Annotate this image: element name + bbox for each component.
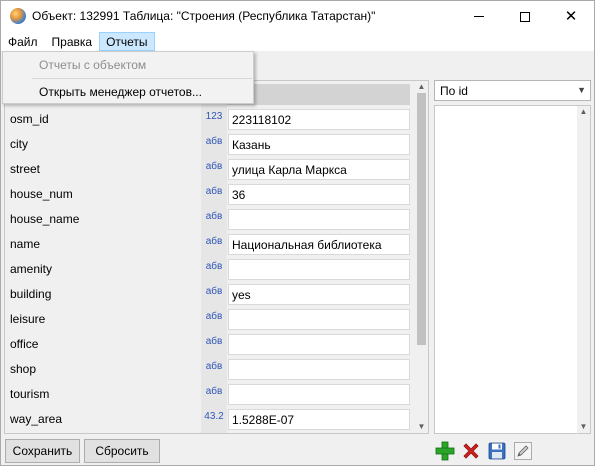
attribute-value-field[interactable]: Казань (228, 134, 410, 155)
plus-icon[interactable] (435, 441, 455, 461)
attribute-type-indicator: абв (205, 261, 223, 272)
attribute-type-indicator: абв (205, 386, 223, 397)
reset-button[interactable]: Сбросить (84, 439, 160, 463)
attribute-type-indicator: абв (205, 161, 223, 172)
attribute-label: office (10, 337, 39, 351)
menu-bar: Файл Правка Отчеты (1, 32, 594, 51)
attribute-row: amenity абв (5, 257, 415, 282)
attribute-panel: 991 osm_id123223118102cityабвКазаньstree… (4, 80, 429, 434)
attribute-type-indicator: абв (205, 186, 223, 197)
attribute-value-field[interactable]: yes (228, 284, 410, 305)
attribute-label: shop (10, 362, 37, 376)
attribute-type-indicator: 123 (205, 111, 223, 122)
maximize-icon (520, 11, 530, 22)
attribute-row: house_name абв (5, 207, 415, 232)
delete-x-icon[interactable] (461, 441, 481, 461)
attribute-type-indicator: абв (205, 361, 223, 372)
attribute-value-field[interactable] (228, 384, 410, 405)
history-list[interactable]: ▲ ▼ (434, 105, 591, 434)
menu-item-reports-with-object[interactable]: Отчеты с объектом (3, 54, 253, 76)
minimize-icon (474, 16, 484, 17)
reports-dropdown: Отчеты с объектом Открыть менеджер отчет… (2, 51, 254, 104)
attribute-row: house_num абв 36 (5, 182, 415, 207)
attribute-label: name (10, 237, 41, 251)
object-id-header: 991 (227, 84, 410, 105)
attribute-type-indicator: абв (205, 211, 223, 222)
attribute-value-field[interactable]: улица Карла Маркса (228, 159, 410, 180)
history-scrollbar[interactable]: ▲ ▼ (577, 106, 590, 433)
attribute-value-field[interactable]: Национальная библиотека (228, 234, 410, 255)
attribute-row: city абв Казань (5, 132, 415, 157)
menu-item-open-report-manager[interactable]: Открыть менеджер отчетов... (3, 81, 253, 103)
attribute-row: name абв Национальная библиотека (5, 232, 415, 257)
attribute-value-field[interactable] (228, 334, 410, 355)
attribute-row: leisure абв (5, 307, 415, 332)
title-bar: Объект: 132991 Таблица: "Строения (Респу… (1, 1, 594, 32)
attribute-type-indicator: 43.2 (204, 411, 224, 422)
scroll-down-icon[interactable]: ▼ (577, 421, 590, 433)
menu-file[interactable]: Файл (1, 32, 45, 51)
menu-separator (32, 78, 252, 79)
floppy-disk-icon[interactable] (487, 441, 507, 461)
attribute-value-field[interactable] (228, 259, 410, 280)
attribute-row: office абв (5, 332, 415, 357)
maximize-button[interactable] (502, 1, 548, 32)
attribute-value-field[interactable] (228, 309, 410, 330)
close-button[interactable]: ✕ (548, 1, 594, 32)
attribute-value-field[interactable]: 223118102 (228, 109, 410, 130)
close-icon: ✕ (564, 8, 578, 25)
attribute-type-indicator: абв (205, 236, 223, 247)
attribute-label: city (10, 137, 28, 151)
attribute-value-field[interactable] (228, 359, 410, 380)
attribute-label: building (10, 287, 52, 301)
app-window: Объект: 132991 Таблица: "Строения (Респу… (0, 0, 595, 466)
attribute-row: shop абв (5, 357, 415, 382)
attribute-label: amenity (10, 262, 53, 276)
attribute-label: leisure (10, 312, 46, 326)
attribute-label: street (10, 162, 41, 176)
attribute-row: osm_id 123 223118102 (5, 107, 415, 132)
attribute-label: osm_id (10, 112, 49, 126)
scrollbar-thumb[interactable] (417, 93, 426, 345)
attribute-row: street абв улица Карла Маркса (5, 157, 415, 182)
sort-select-value: По id (440, 84, 468, 98)
attribute-row: way_area 43.2 1.5288E-07 (5, 407, 415, 432)
attribute-row: building абв yes (5, 282, 415, 307)
globe-icon (10, 8, 26, 24)
attribute-row: tourism абв (5, 382, 415, 407)
menu-edit[interactable]: Правка (45, 32, 100, 51)
attribute-label: way_area (10, 412, 63, 426)
scroll-up-icon[interactable]: ▲ (415, 81, 428, 93)
pencil-icon[interactable] (513, 441, 533, 461)
scroll-down-icon[interactable]: ▼ (415, 421, 428, 433)
attribute-type-indicator: абв (205, 336, 223, 347)
attribute-label: house_num (10, 187, 73, 201)
scroll-up-icon[interactable]: ▲ (577, 106, 590, 118)
attribute-type-indicator: абв (205, 311, 223, 322)
chevron-down-icon: ▼ (577, 85, 586, 95)
attribute-value-field[interactable]: 1.5288E-07 (228, 409, 410, 430)
attribute-label: house_name (10, 212, 80, 226)
menu-reports[interactable]: Отчеты (99, 32, 155, 51)
attribute-label: tourism (10, 387, 50, 401)
attribute-value-field[interactable]: 36 (228, 184, 410, 205)
attribute-value-field[interactable] (228, 209, 410, 230)
attribute-scrollbar[interactable]: ▲ ▼ (415, 81, 428, 433)
window-title: Объект: 132991 Таблица: "Строения (Респу… (32, 9, 376, 23)
attribute-type-indicator: абв (205, 286, 223, 297)
save-button[interactable]: Сохранить (5, 439, 80, 463)
minimize-button[interactable] (456, 1, 502, 32)
sort-select[interactable]: По id ▼ (434, 80, 591, 101)
attribute-type-indicator: абв (205, 136, 223, 147)
